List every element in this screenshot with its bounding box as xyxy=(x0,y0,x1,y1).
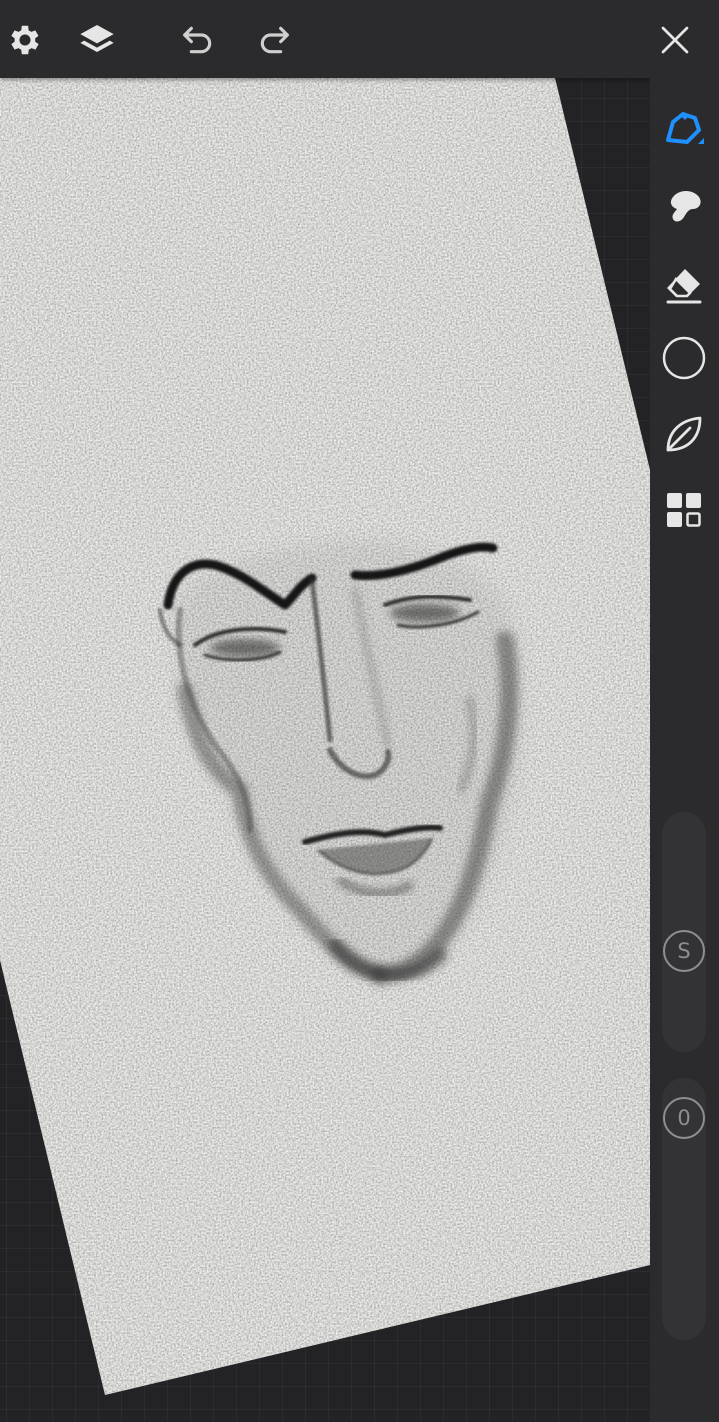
color-circle-icon xyxy=(662,336,706,380)
gear-icon xyxy=(11,25,39,55)
more-tools[interactable] xyxy=(661,487,707,533)
opacity-slider-knob[interactable]: 0 xyxy=(663,1097,705,1139)
opacity-slider-label: 0 xyxy=(677,1105,691,1130)
size-slider-knob[interactable]: S xyxy=(663,930,705,972)
smudge-tool[interactable] xyxy=(661,183,707,229)
top-toolbar xyxy=(0,0,719,78)
undo-icon xyxy=(183,26,212,54)
brush-tool[interactable] xyxy=(661,106,707,152)
settings-button[interactable] xyxy=(3,18,47,62)
drawing-canvas[interactable] xyxy=(0,0,719,1422)
leaf-selection-icon xyxy=(666,416,702,452)
close-icon xyxy=(661,26,689,54)
redo-button[interactable] xyxy=(252,18,296,62)
layers-button[interactable] xyxy=(75,18,119,62)
selection-tool[interactable] xyxy=(661,411,707,457)
smudge-icon xyxy=(670,191,701,222)
color-picker[interactable] xyxy=(661,335,707,381)
eraser-icon xyxy=(666,269,702,304)
eraser-tool[interactable] xyxy=(661,262,707,308)
layers-icon xyxy=(80,25,114,52)
undo-button[interactable] xyxy=(176,18,220,62)
brush-icon xyxy=(666,112,704,144)
redo-icon xyxy=(260,26,289,54)
size-slider-label: S xyxy=(677,938,691,963)
close-button[interactable] xyxy=(653,18,697,62)
grid-icon xyxy=(667,493,701,527)
